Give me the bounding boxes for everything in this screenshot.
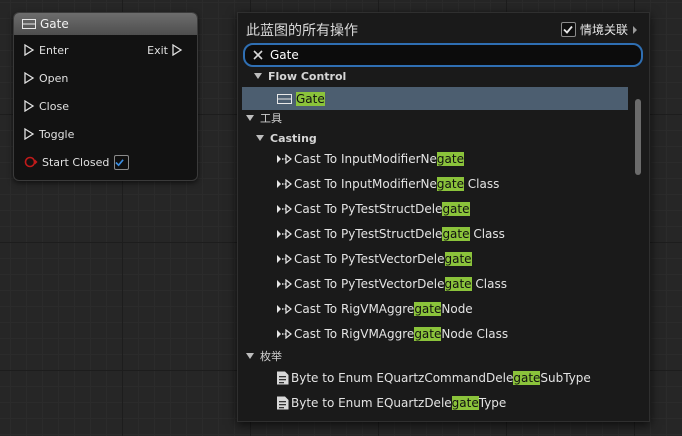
search-match-highlight: gate — [436, 151, 464, 166]
action-menu: 此蓝图的所有操作 情境关联 Flow Control Gate 工具 Casting C… — [237, 12, 650, 422]
node-header[interactable]: Gate — [14, 13, 197, 35]
expand-arrow-icon[interactable] — [246, 353, 254, 359]
search-match-highlight: Gate — [296, 91, 325, 106]
cast-icon — [276, 253, 292, 264]
action-item[interactable]: Cast To PyTestVectorDelegate — [242, 247, 628, 270]
action-item-label: Cast To InputModifierNegate — [294, 151, 464, 166]
gate-node[interactable]: Gate Enter Exit Open Close Toggle Start … — [13, 12, 198, 181]
category-label: 工具 — [260, 112, 282, 125]
action-item[interactable]: Cast To PyTestStructDelegate — [242, 197, 628, 220]
category-header[interactable]: Flow Control — [242, 65, 628, 87]
action-item-label: Cast To RigVMAggregateNode — [294, 301, 473, 316]
node-title: Gate — [40, 17, 69, 31]
action-item-label: Cast To RigVMAggregateNode Class — [294, 326, 509, 341]
search-match-highlight: gate — [444, 276, 472, 291]
expand-arrow-icon[interactable] — [254, 73, 262, 79]
pin-close[interactable]: Close — [24, 99, 69, 113]
search-match-highlight: gate — [451, 395, 479, 410]
action-item-label: Cast To PyTestStructDelegate Class — [294, 226, 505, 241]
context-sensitive-label: 情境关联 — [579, 23, 628, 37]
action-item-label: Cast To PyTestVectorDelegate — [294, 251, 472, 266]
start-closed-checkbox[interactable] — [114, 154, 130, 170]
action-item[interactable]: Cast To PyTestStructDelegate Class — [242, 222, 628, 245]
search-match-highlight: gate — [442, 201, 470, 216]
action-item[interactable]: Byte to Enum EQuartzDelegateType — [242, 391, 628, 414]
pin-label-close: Close — [39, 99, 69, 113]
checkmark-icon — [563, 25, 574, 34]
cast-icon — [276, 178, 292, 189]
action-list: Flow Control Gate 工具 Casting Cast To InputMo… — [242, 65, 628, 418]
action-item-label: Gate — [296, 91, 325, 106]
pin-exit[interactable]: Exit — [147, 43, 187, 57]
exec-pin-icon — [24, 100, 35, 112]
exec-pin-icon — [24, 72, 35, 84]
expand-arrow-icon[interactable] — [246, 115, 254, 121]
category-label: 枚举 — [260, 350, 282, 363]
pin-label-start-closed: Start Closed — [42, 155, 110, 169]
pin-open[interactable]: Open — [24, 71, 68, 85]
action-item[interactable]: Gate — [242, 87, 628, 110]
action-item-label: Byte to Enum EQuartzDelegateType — [291, 395, 507, 410]
section-header[interactable]: 工具 — [242, 109, 628, 127]
section-header[interactable]: 枚举 — [242, 347, 628, 365]
category-header[interactable]: Casting — [242, 127, 628, 149]
pin-enter[interactable]: Enter — [24, 43, 69, 57]
action-item-label: Cast To InputModifierNegate Class — [294, 176, 500, 191]
enum-icon — [276, 396, 289, 410]
action-item[interactable]: Cast To RigVMAggregateNode — [242, 297, 628, 320]
scrollbar-thumb[interactable] — [635, 99, 641, 175]
pin-start-closed[interactable]: Start Closed — [24, 154, 130, 170]
action-item-label: Cast To PyTestStructDelegate — [294, 201, 470, 216]
pin-label-toggle: Toggle — [39, 127, 75, 141]
search-match-highlight: gate — [513, 370, 541, 385]
pin-label-open: Open — [39, 71, 69, 85]
bool-pin-icon — [24, 156, 38, 168]
search-box[interactable] — [243, 43, 643, 67]
exec-pin-icon — [172, 44, 183, 56]
pin-label-enter: Enter — [39, 43, 69, 57]
category-label: Flow Control — [268, 69, 347, 83]
exec-pin-icon — [24, 128, 35, 140]
gate-node-icon — [22, 19, 36, 29]
search-input[interactable] — [264, 48, 630, 62]
pin-toggle[interactable]: Toggle — [24, 127, 74, 141]
cast-icon — [276, 303, 292, 314]
action-item[interactable]: Cast To InputModifierNegate Class — [242, 172, 628, 195]
action-item[interactable]: Cast To RigVMAggregateNode Class — [242, 322, 628, 345]
action-item[interactable]: Cast To InputModifierNegate — [242, 147, 628, 170]
cast-icon — [276, 153, 292, 164]
action-item-label: Cast To PyTestVectorDelegate Class — [294, 276, 507, 291]
enum-icon — [276, 371, 289, 385]
category-label: Casting — [270, 131, 317, 145]
exec-pin-icon — [24, 44, 35, 56]
action-item[interactable]: Cast To PyTestVectorDelegate Class — [242, 272, 628, 295]
action-item[interactable]: Byte to Enum EQuartzCommandDelegateSubTy… — [242, 366, 628, 389]
pin-label-exit: Exit — [147, 43, 168, 57]
chevron-right-icon[interactable] — [631, 25, 639, 35]
search-match-highlight: gate — [414, 326, 442, 341]
search-match-highlight: gate — [444, 251, 472, 266]
cast-icon — [276, 278, 292, 289]
cast-icon — [276, 228, 292, 239]
expand-arrow-icon[interactable] — [256, 135, 264, 141]
action-item-label: Byte to Enum EQuartzCommandDelegateSubTy… — [291, 370, 591, 385]
menu-title: 此蓝图的所有操作 — [246, 23, 358, 39]
cast-icon — [276, 203, 292, 214]
checkmark-icon — [115, 158, 125, 166]
cast-icon — [276, 328, 292, 339]
context-sensitive-checkbox[interactable] — [560, 22, 576, 37]
search-match-highlight: gate — [414, 301, 442, 316]
search-match-highlight: gate — [442, 226, 470, 241]
gate-node-icon — [277, 93, 292, 104]
context-sensitive-toggle[interactable]: 情境关联 — [560, 21, 639, 38]
search-match-highlight: gate — [436, 176, 464, 191]
clear-search-icon[interactable] — [252, 49, 264, 61]
